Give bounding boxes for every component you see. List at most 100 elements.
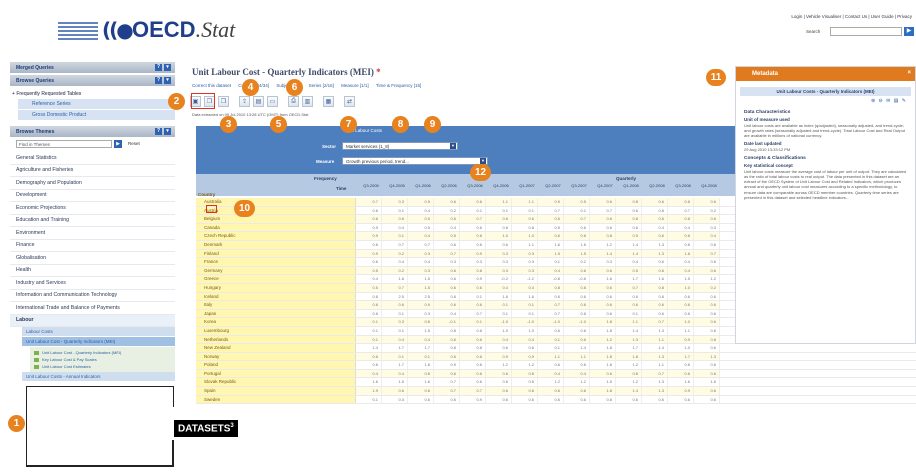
metadata-section-title[interactable]: Data Characteristics: [744, 110, 907, 115]
find-go-button[interactable]: ▶: [114, 140, 122, 148]
quarter-header[interactable]: Q3-2007: [568, 183, 590, 188]
country-name[interactable]: Netherlands: [196, 335, 356, 344]
dataset-item[interactable]: Unit Labour Cost - Quarterly Indicators …: [32, 349, 173, 356]
theme-item[interactable]: Environment: [10, 227, 175, 240]
reset-link[interactable]: Reset: [128, 141, 140, 146]
country-name[interactable]: Denmark: [196, 240, 356, 249]
freq-item-gdp[interactable]: Gross Domestic Product: [18, 110, 175, 120]
metadata-section-title[interactable]: Concepts & Classifications: [744, 156, 907, 161]
chevron-down-icon[interactable]: ▼: [450, 143, 456, 149]
country-name[interactable]: Iceland: [196, 292, 356, 301]
crumb-series[interactable]: Series [2/16]: [309, 83, 334, 88]
quarter-header[interactable]: Q1-2007: [516, 183, 538, 188]
share-icon[interactable]: ⇄: [344, 96, 355, 107]
quarter-header[interactable]: Q4-2008: [698, 183, 720, 188]
duplicate-icon[interactable]: ❐: [218, 96, 229, 107]
theme-item[interactable]: Development: [10, 190, 175, 202]
oecd-stat-logo[interactable]: OECD.Stat: [132, 17, 235, 43]
quarter-header[interactable]: Q4-2007: [594, 183, 616, 188]
theme-item[interactable]: Industry and Services: [10, 277, 175, 290]
country-name[interactable]: Spain: [196, 387, 356, 395]
quarter-header[interactable]: Q2-2006: [438, 183, 460, 188]
freq-item-reference-series[interactable]: Reference Series: [18, 99, 175, 109]
theme-item[interactable]: Education and Training: [10, 215, 175, 227]
country-name[interactable]: France: [196, 258, 356, 266]
help-icon[interactable]: ?: [155, 77, 162, 84]
country-name[interactable]: Austria: [196, 206, 356, 215]
country-name[interactable]: Sweden: [196, 395, 356, 404]
search-input[interactable]: [830, 27, 902, 36]
theme-item[interactable]: Finance: [10, 240, 175, 252]
collapse-icon[interactable]: ▾: [164, 128, 171, 135]
country-name[interactable]: New Zealand: [196, 344, 356, 352]
crumb-measure[interactable]: Measure [1/1]: [341, 83, 369, 88]
quarter-header[interactable]: Q3-2008: [672, 183, 694, 188]
country-name[interactable]: Poland: [196, 361, 356, 369]
quarter-header[interactable]: Q1-2008: [620, 183, 642, 188]
country-name[interactable]: Australia: [196, 198, 356, 206]
labour-costs-item[interactable]: Labour Costs: [22, 327, 175, 337]
top-links[interactable]: Login | Vehicle Visualiser | Contact Us …: [791, 14, 912, 19]
browse-queries-header[interactable]: Browse Queries ? ▾: [10, 75, 175, 86]
theme-item[interactable]: Demography and Population: [10, 177, 175, 190]
metadata-subtitle[interactable]: Key statistical concept: [744, 163, 907, 168]
country-name[interactable]: Belgium: [196, 215, 356, 223]
theme-item[interactable]: Health: [10, 265, 175, 277]
country-name[interactable]: Korea: [196, 318, 356, 326]
theme-item[interactable]: General Statistics: [10, 152, 175, 165]
quarter-header[interactable]: Q2-2008: [646, 183, 668, 188]
save-icon[interactable]: ▦: [323, 96, 334, 107]
country-name[interactable]: Luxembourg: [196, 326, 356, 335]
find-in-themes-input[interactable]: Find in Themes: [16, 140, 112, 148]
crumb-time[interactable]: Time & Frequency [15]: [376, 83, 421, 88]
search-go-button[interactable]: ▶: [904, 27, 914, 36]
country-name[interactable]: Hungary: [196, 283, 356, 292]
country-name[interactable]: Finland: [196, 249, 356, 258]
theme-item[interactable]: Agriculture and Fisheries: [10, 165, 175, 177]
measure-select[interactable]: Growth previous period, trend... ▼: [342, 157, 488, 165]
quarter-header[interactable]: Q3-2005: [360, 183, 382, 188]
layout-icon[interactable]: ▤: [253, 96, 264, 107]
theme-item[interactable]: Labour: [10, 314, 175, 327]
theme-item[interactable]: International Trade and Balance of Payme…: [10, 302, 175, 315]
country-name[interactable]: Greece: [196, 275, 356, 283]
metadata-tools[interactable]: ⊕ ⊖ ✉ ▤ ✎: [736, 96, 915, 106]
dataset-item[interactable]: Key Labour Cost & Pay Scales: [32, 356, 173, 363]
country-name[interactable]: Norway: [196, 352, 356, 361]
collapse-icon[interactable]: ▾: [164, 64, 171, 71]
export-icon[interactable]: ⇪: [239, 96, 250, 107]
help-icon[interactable]: ?: [155, 128, 162, 135]
country-name[interactable]: Italy: [196, 301, 356, 309]
country-name[interactable]: Portugal: [196, 369, 356, 378]
quarter-header[interactable]: Q4-2005: [386, 183, 408, 188]
sector-select[interactable]: Market services (1_8) ▼: [342, 142, 458, 150]
theme-item[interactable]: Information and Communication Technology: [10, 290, 175, 302]
metadata-subtitle[interactable]: Date last updated: [744, 141, 907, 146]
metadata-subtitle[interactable]: Unit of measure used: [744, 117, 907, 122]
country-name[interactable]: Germany: [196, 266, 356, 275]
quarter-header[interactable]: Q2-2007: [542, 183, 564, 188]
dataset-item[interactable]: Unit Labour Cost Estimates: [32, 363, 173, 370]
theme-item[interactable]: Globalisation: [10, 252, 175, 265]
close-icon[interactable]: ×: [907, 70, 911, 76]
collapse-icon[interactable]: ▾: [164, 77, 171, 84]
print-icon[interactable]: ⎙: [288, 96, 299, 107]
help-icon[interactable]: ?: [155, 64, 162, 71]
table-cell: 0.1: [564, 206, 590, 215]
quarter-header[interactable]: Q4-2006: [490, 183, 512, 188]
country-name[interactable]: Canada: [196, 223, 356, 232]
blank-icon[interactable]: ▭: [267, 96, 278, 107]
frequent-tables-link[interactable]: + Frequently Requested Tables: [10, 88, 175, 98]
crumb-correct[interactable]: Correct this dataset: [192, 83, 231, 88]
quarter-header[interactable]: Q3-2006: [464, 183, 486, 188]
country-name[interactable]: Czech Republic: [196, 232, 356, 240]
merged-queries-header[interactable]: Merged Queries ? ▾: [10, 62, 175, 73]
theme-item[interactable]: Economic Projections: [10, 202, 175, 215]
country-name[interactable]: Slovak Republic: [196, 378, 356, 387]
ulc-quarterly-item[interactable]: Unit Labour Cost - Quarterly Indicators …: [22, 337, 175, 347]
ulc-annual-item[interactable]: Unit Labour Costs - Annual Indicators: [22, 372, 175, 382]
chart-icon[interactable]: ▥: [302, 96, 313, 107]
quarter-header[interactable]: Q1-2006: [412, 183, 434, 188]
country-name[interactable]: Japan: [196, 309, 356, 318]
browse-themes-header[interactable]: Browse Themes ? ▾: [10, 126, 175, 137]
